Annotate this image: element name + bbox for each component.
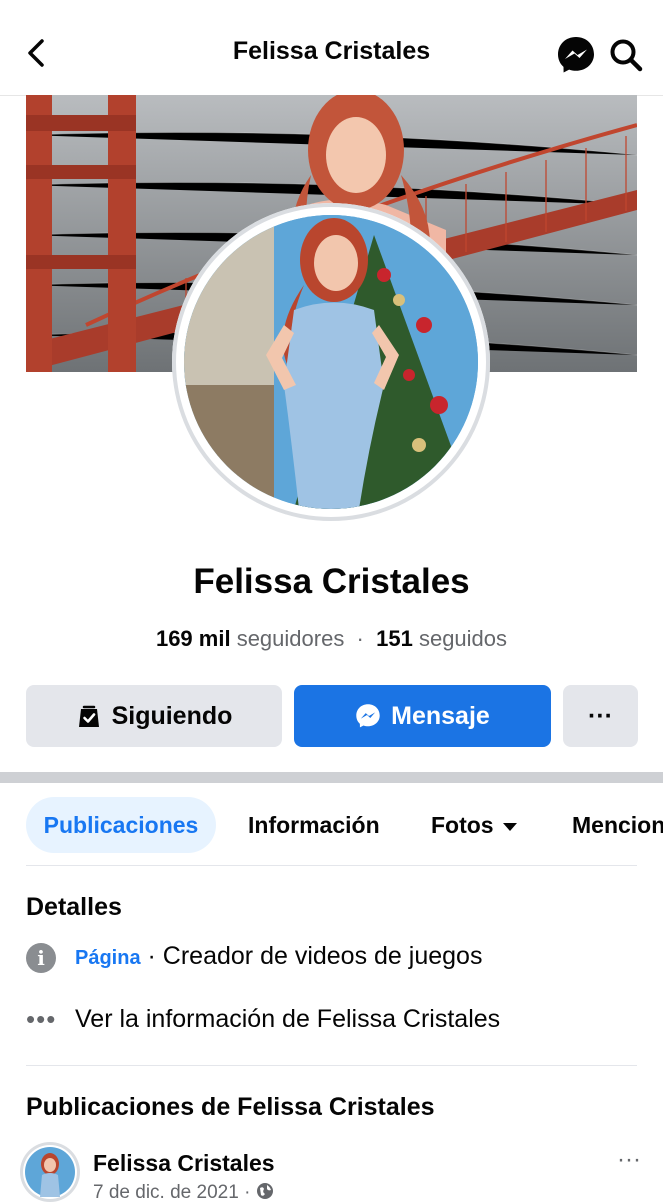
- more-dots-icon: •••: [26, 1004, 57, 1034]
- post-author-avatar[interactable]: [20, 1142, 80, 1202]
- post-more-button[interactable]: ···: [617, 1146, 641, 1174]
- following-label: Siguiendo: [111, 701, 233, 730]
- followers-count[interactable]: 169 mil: [156, 626, 231, 651]
- details-heading: Detalles: [26, 893, 122, 921]
- tab-mentions[interactable]: Mencion: [572, 797, 663, 853]
- divider: [26, 865, 637, 866]
- posts-heading: Publicaciones de Felissa Cristales: [26, 1093, 435, 1121]
- page-category: Página · Creador de videos de juegos: [75, 942, 482, 971]
- followers-label[interactable]: seguidores: [237, 626, 345, 651]
- section-divider: [0, 772, 663, 783]
- tab-information[interactable]: Información: [248, 797, 380, 853]
- profile-tabs: Publicaciones Información Fotos Mencion: [0, 797, 663, 853]
- category-text: · Creador de videos de juegos: [147, 942, 483, 970]
- see-info-link[interactable]: Ver la información de Felissa Cristales: [75, 1005, 500, 1034]
- following-button[interactable]: Siguiendo: [26, 685, 282, 747]
- info-icon: i: [26, 943, 56, 973]
- post-author-name[interactable]: Felissa Cristales: [93, 1150, 275, 1177]
- globe-icon: [256, 1183, 273, 1199]
- profile-name: Felissa Cristales: [193, 562, 470, 601]
- following-count[interactable]: 151: [376, 626, 413, 651]
- following-label[interactable]: seguidos: [419, 626, 507, 651]
- tab-photos[interactable]: Fotos: [431, 797, 517, 853]
- search-icon[interactable]: [608, 37, 644, 73]
- message-button[interactable]: Mensaje: [294, 685, 551, 747]
- messenger-icon[interactable]: [556, 35, 596, 75]
- following-check-icon: [78, 705, 99, 727]
- caret-down-icon: [502, 822, 517, 831]
- follow-stats: 169 mil seguidores · 151 seguidos: [155, 626, 508, 651]
- tab-posts[interactable]: Publicaciones: [26, 797, 216, 853]
- post-date[interactable]: 7 de dic. de 2021 ·: [93, 1182, 274, 1204]
- message-label: Mensaje: [391, 701, 490, 730]
- more-icon: ···: [588, 701, 613, 730]
- profile-picture[interactable]: [184, 215, 478, 509]
- page-link[interactable]: Página: [75, 947, 141, 969]
- more-options-button[interactable]: ···: [563, 685, 638, 747]
- messenger-icon: [356, 704, 380, 728]
- tab-photos-label: Fotos: [431, 812, 494, 838]
- divider: [26, 1065, 637, 1066]
